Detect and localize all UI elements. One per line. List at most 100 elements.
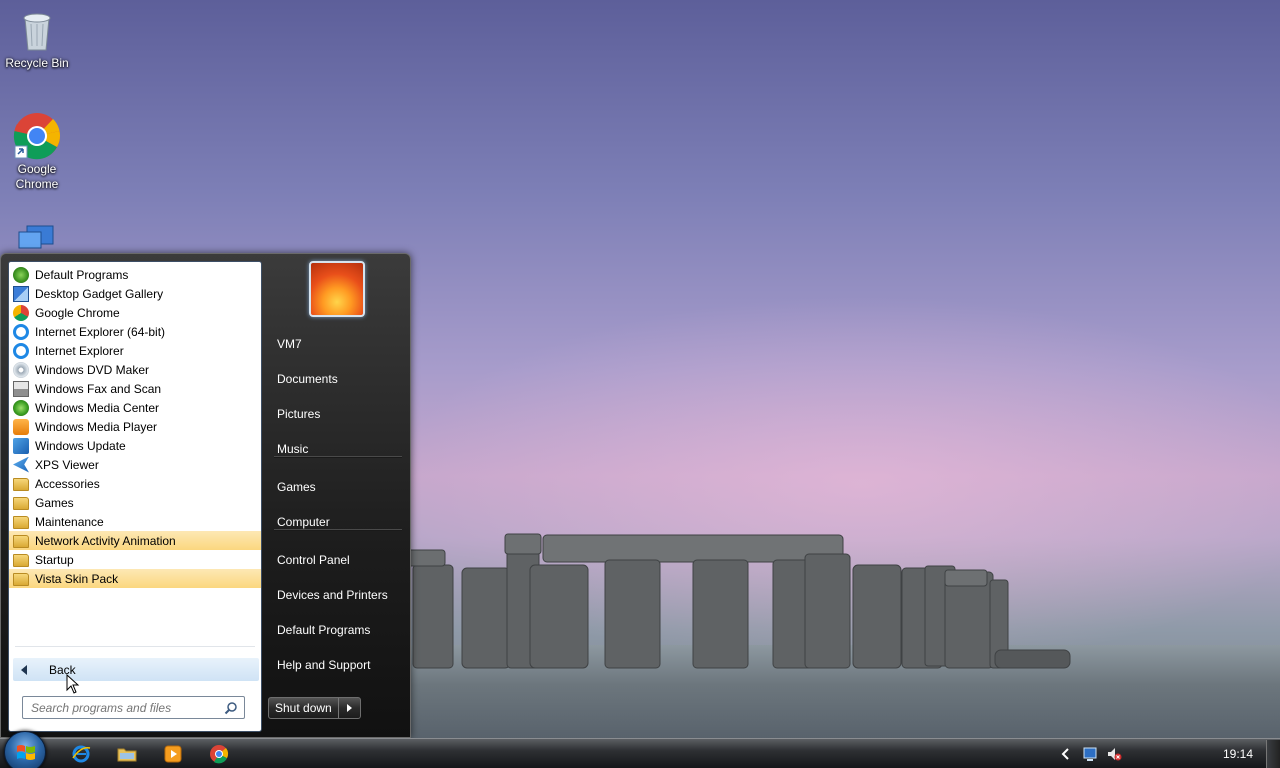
system-tray: 19:14: [1061, 739, 1280, 768]
program-label: Windows Update: [35, 438, 126, 453]
program-label: Desktop Gadget Gallery: [35, 286, 164, 301]
fax-scan-icon: [13, 380, 29, 397]
ie-icon[interactable]: [71, 744, 91, 764]
program-label: XPS Viewer: [35, 457, 99, 472]
all-programs-list: Default Programs Desktop Gadget Gallery Go…: [9, 265, 261, 588]
program-item[interactable]: Internet Explorer: [9, 341, 261, 360]
program-item[interactable]: Desktop Gadget Gallery: [9, 284, 261, 303]
desktop-icon-label: Google Chrome: [15, 162, 59, 191]
desktop-icon-google-chrome[interactable]: Google Chrome: [0, 112, 74, 192]
chrome-icon[interactable]: [209, 744, 229, 764]
program-label: Games: [35, 495, 74, 510]
folder-icon: [13, 535, 29, 548]
separator: [274, 456, 402, 458]
volume-muted-icon[interactable]: [1106, 746, 1122, 762]
start-menu-link-pictures[interactable]: Pictures: [268, 401, 404, 427]
ie-icon: [13, 323, 29, 340]
start-menu-link-help-and-support[interactable]: Help and Support: [268, 652, 404, 678]
start-menu-link-vm7[interactable]: VM7: [268, 331, 404, 357]
folder-icon: [13, 573, 29, 586]
windows-logo-icon: [17, 745, 35, 760]
program-label: Internet Explorer (64-bit): [35, 324, 166, 339]
shutdown-button-group: Shut down: [268, 697, 361, 719]
windows-update-icon: [13, 437, 29, 454]
stonehenge-image: [405, 533, 1071, 669]
folder-icon: [13, 478, 29, 491]
program-item[interactable]: Google Chrome: [9, 303, 261, 322]
gadget-gallery-icon: [13, 285, 29, 302]
program-item[interactable]: XPS Viewer: [9, 455, 261, 474]
program-label: Maintenance: [35, 514, 104, 529]
default-programs-icon: [13, 266, 29, 283]
recycle-bin-icon: [13, 6, 61, 54]
folder-icon[interactable]: [117, 744, 137, 764]
shutdown-button[interactable]: Shut down: [269, 698, 339, 718]
arrow-right-icon: [346, 704, 352, 712]
chrome-icon: [13, 112, 61, 160]
program-item[interactable]: Vista Skin Pack: [9, 569, 261, 588]
media-player-icon[interactable]: [163, 744, 183, 764]
action-center-icon[interactable]: [1082, 746, 1098, 762]
taskbar: 19:14: [0, 731, 1280, 768]
program-item[interactable]: Accessories: [9, 474, 261, 493]
xps-viewer-icon: [13, 456, 29, 473]
folder-icon: [13, 554, 29, 567]
program-label: Accessories: [35, 476, 100, 491]
program-item[interactable]: Startup: [9, 550, 261, 569]
desktop-icon-label: Recycle Bin: [5, 56, 69, 70]
user-avatar[interactable]: [309, 261, 365, 317]
network-icon: [13, 222, 61, 252]
program-label: Windows Fax and Scan: [35, 381, 162, 396]
start-menu-link-control-panel[interactable]: Control Panel: [268, 547, 404, 573]
separator: [274, 529, 402, 531]
program-label: Network Activity Animation: [35, 533, 176, 548]
media-center-icon: [13, 399, 29, 416]
program-label: Windows Media Player: [35, 419, 158, 434]
mouse-cursor-icon: [66, 674, 80, 694]
program-label: Windows DVD Maker: [35, 362, 150, 377]
chrome-icon: [13, 304, 29, 321]
program-item[interactable]: Maintenance: [9, 512, 261, 531]
folder-icon: [13, 516, 29, 529]
start-search-box[interactable]: [22, 696, 245, 719]
program-item[interactable]: Windows Media Center: [9, 398, 261, 417]
back-arrow-icon: [21, 664, 27, 675]
start-menu-link-devices-and-printers[interactable]: Devices and Printers: [268, 582, 404, 608]
program-label: Internet Explorer: [35, 343, 124, 358]
start-menu-link-games[interactable]: Games: [268, 474, 404, 500]
folder-icon: [13, 497, 29, 510]
shutdown-options-button[interactable]: [339, 698, 360, 718]
desktop-icon-recycle-bin[interactable]: Recycle Bin: [0, 6, 74, 71]
program-label: Default Programs: [35, 267, 129, 282]
program-item[interactable]: Windows Media Player: [9, 417, 261, 436]
program-item[interactable]: Windows DVD Maker: [9, 360, 261, 379]
start-menu-link-computer[interactable]: Computer: [268, 509, 404, 535]
dvd-maker-icon: [13, 361, 29, 378]
program-item[interactable]: Windows Update: [9, 436, 261, 455]
program-item[interactable]: Windows Fax and Scan: [9, 379, 261, 398]
program-label: Startup: [35, 552, 74, 567]
start-menu: Default Programs Desktop Gadget Gallery Go…: [0, 253, 411, 738]
program-item[interactable]: Network Activity Animation: [9, 531, 261, 550]
clock[interactable]: 19:14: [1223, 747, 1253, 761]
start-menu-link-music[interactable]: Music: [268, 436, 404, 462]
desktop-icon-network[interactable]: [0, 222, 74, 252]
start-menu-link-default-programs[interactable]: Default Programs: [268, 617, 404, 643]
program-label: Vista Skin Pack: [35, 571, 119, 586]
separator: [15, 646, 255, 647]
start-menu-programs-pane: Default Programs Desktop Gadget Gallery Go…: [8, 261, 262, 732]
chevron-left-icon[interactable]: [1058, 746, 1074, 762]
program-item[interactable]: Default Programs: [9, 265, 261, 284]
show-desktop-button[interactable]: [1266, 740, 1280, 768]
media-player-icon: [13, 418, 29, 435]
search-icon[interactable]: [224, 701, 238, 715]
program-item[interactable]: Internet Explorer (64-bit): [9, 322, 261, 341]
program-item[interactable]: Games: [9, 493, 261, 512]
ie-icon: [13, 342, 29, 359]
search-input[interactable]: [31, 700, 216, 715]
back-button[interactable]: Back: [13, 658, 259, 681]
program-label: Google Chrome: [35, 305, 120, 320]
start-menu-link-documents[interactable]: Documents: [268, 366, 404, 392]
start-button[interactable]: [4, 731, 46, 768]
program-label: Windows Media Center: [35, 400, 160, 415]
